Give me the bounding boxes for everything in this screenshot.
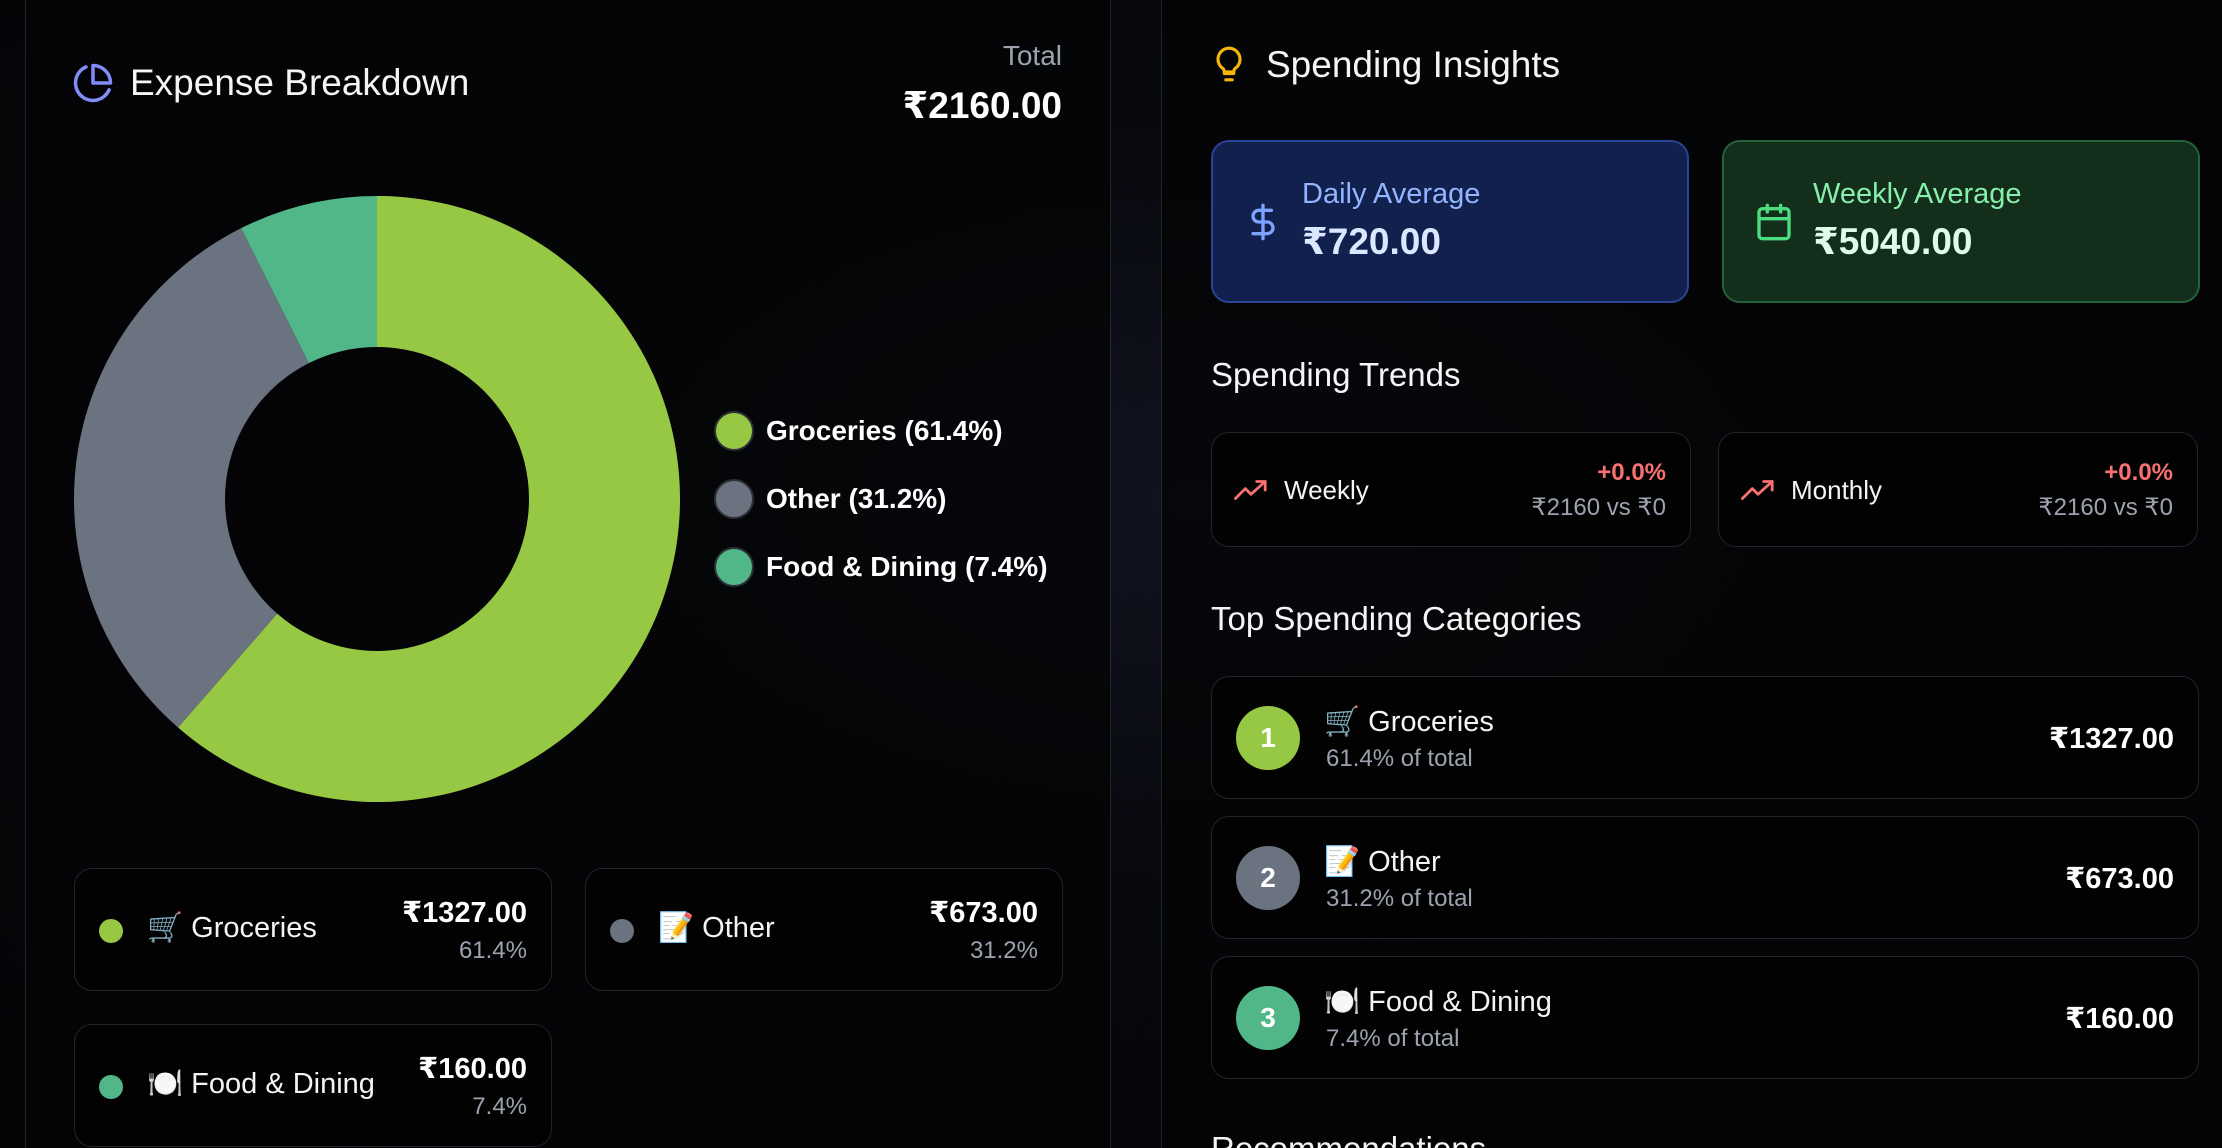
pie-chart-icon bbox=[73, 63, 113, 103]
top-category-share: 61.4% of total bbox=[1326, 745, 1473, 772]
rank-badge: 2 bbox=[1236, 846, 1300, 910]
top-categories-title: Top Spending Categories bbox=[1211, 600, 1582, 637]
top-category-share: 31.2% of total bbox=[1326, 885, 1473, 912]
daily-average-value: ₹720.00 bbox=[1302, 221, 1441, 262]
recommendations-title: Recommendations bbox=[1211, 1130, 1486, 1148]
total-value: ₹2160.00 bbox=[902, 85, 1063, 126]
category-tile-food-dining[interactable]: 🍽️ Food & Dining ₹160.00 7.4% bbox=[74, 1024, 552, 1147]
weekly-average-card: Weekly Average ₹5040.00 bbox=[1722, 140, 2200, 303]
lightbulb-icon bbox=[1216, 46, 1242, 82]
top-category-amount: ₹673.00 bbox=[2065, 863, 2174, 895]
total-label: Total bbox=[1002, 40, 1062, 71]
top-category-item[interactable]: 1 🛒 Groceries 61.4% of total ₹1327.00 bbox=[1211, 676, 2199, 799]
top-category-name: 📝 Other bbox=[1324, 846, 1441, 878]
daily-average-label: Daily Average bbox=[1302, 178, 1481, 210]
trending-up-icon bbox=[1234, 480, 1267, 500]
rank-badge: 1 bbox=[1236, 706, 1300, 770]
monthly-trend-card: Monthly +0.0% ₹2160 vs ₹0 bbox=[1718, 432, 2198, 547]
top-category-name: 🍽️ Food & Dining bbox=[1324, 986, 1552, 1018]
trend-change: +0.0% bbox=[1597, 459, 1666, 486]
legend-item: Food & Dining (7.4%) bbox=[714, 547, 1048, 587]
category-color-dot bbox=[610, 919, 634, 943]
trending-up-icon bbox=[1741, 480, 1774, 500]
trend-compare: ₹2160 vs ₹0 bbox=[1531, 494, 1666, 521]
weekly-trend-card: Weekly +0.0% ₹2160 vs ₹0 bbox=[1211, 432, 1691, 547]
calendar-icon bbox=[1757, 203, 1791, 241]
insights-title: Spending Insights bbox=[1266, 44, 1561, 85]
category-tile-groceries[interactable]: 🛒 Groceries ₹1327.00 61.4% bbox=[74, 868, 552, 991]
category-amount: ₹1327.00 bbox=[401, 897, 527, 929]
category-tile-other[interactable]: 📝 Other ₹673.00 31.2% bbox=[585, 868, 1063, 991]
category-amount: ₹160.00 bbox=[418, 1053, 527, 1085]
trend-change: +0.0% bbox=[2104, 459, 2173, 486]
trend-label: Weekly bbox=[1284, 475, 1369, 505]
dollar-icon bbox=[1251, 203, 1275, 241]
top-category-share: 7.4% of total bbox=[1326, 1025, 1460, 1052]
top-category-amount: ₹1327.00 bbox=[2048, 723, 2174, 755]
legend-swatch bbox=[714, 547, 754, 587]
legend-swatch bbox=[714, 411, 754, 451]
category-amount: ₹673.00 bbox=[929, 897, 1038, 929]
category-percent: 7.4% bbox=[472, 1093, 527, 1120]
legend-swatch bbox=[714, 479, 754, 519]
category-color-dot bbox=[99, 919, 123, 943]
legend-label: Other (31.2%) bbox=[766, 483, 947, 514]
trend-label: Monthly bbox=[1791, 475, 1883, 505]
top-category-item[interactable]: 3 🍽️ Food & Dining 7.4% of total ₹160.00 bbox=[1211, 956, 2199, 1079]
breakdown-title: Expense Breakdown bbox=[130, 62, 470, 103]
spending-trends-title: Spending Trends bbox=[1211, 356, 1461, 393]
rank-badge: 3 bbox=[1236, 986, 1300, 1050]
category-name: 🍽️ Food & Dining bbox=[147, 1068, 375, 1100]
top-category-name: 🛒 Groceries bbox=[1324, 706, 1494, 738]
category-color-dot bbox=[99, 1075, 123, 1099]
weekly-average-value: ₹5040.00 bbox=[1813, 221, 1973, 262]
category-name: 🛒 Groceries bbox=[147, 912, 317, 944]
expense-donut-chart bbox=[74, 196, 681, 802]
daily-average-card: Daily Average ₹720.00 bbox=[1211, 140, 1689, 303]
weekly-average-label: Weekly Average bbox=[1813, 178, 2022, 210]
trend-compare: ₹2160 vs ₹0 bbox=[2038, 494, 2173, 521]
top-category-item[interactable]: 2 📝 Other 31.2% of total ₹673.00 bbox=[1211, 816, 2199, 939]
top-category-amount: ₹160.00 bbox=[2065, 1003, 2174, 1035]
legend-label: Food & Dining (7.4%) bbox=[766, 551, 1048, 582]
legend-label: Groceries (61.4%) bbox=[766, 415, 1003, 446]
legend-item: Other (31.2%) bbox=[714, 479, 947, 519]
legend-item: Groceries (61.4%) bbox=[714, 411, 1003, 451]
category-percent: 61.4% bbox=[458, 937, 527, 964]
category-name: 📝 Other bbox=[658, 912, 775, 944]
category-percent: 31.2% bbox=[969, 937, 1038, 964]
